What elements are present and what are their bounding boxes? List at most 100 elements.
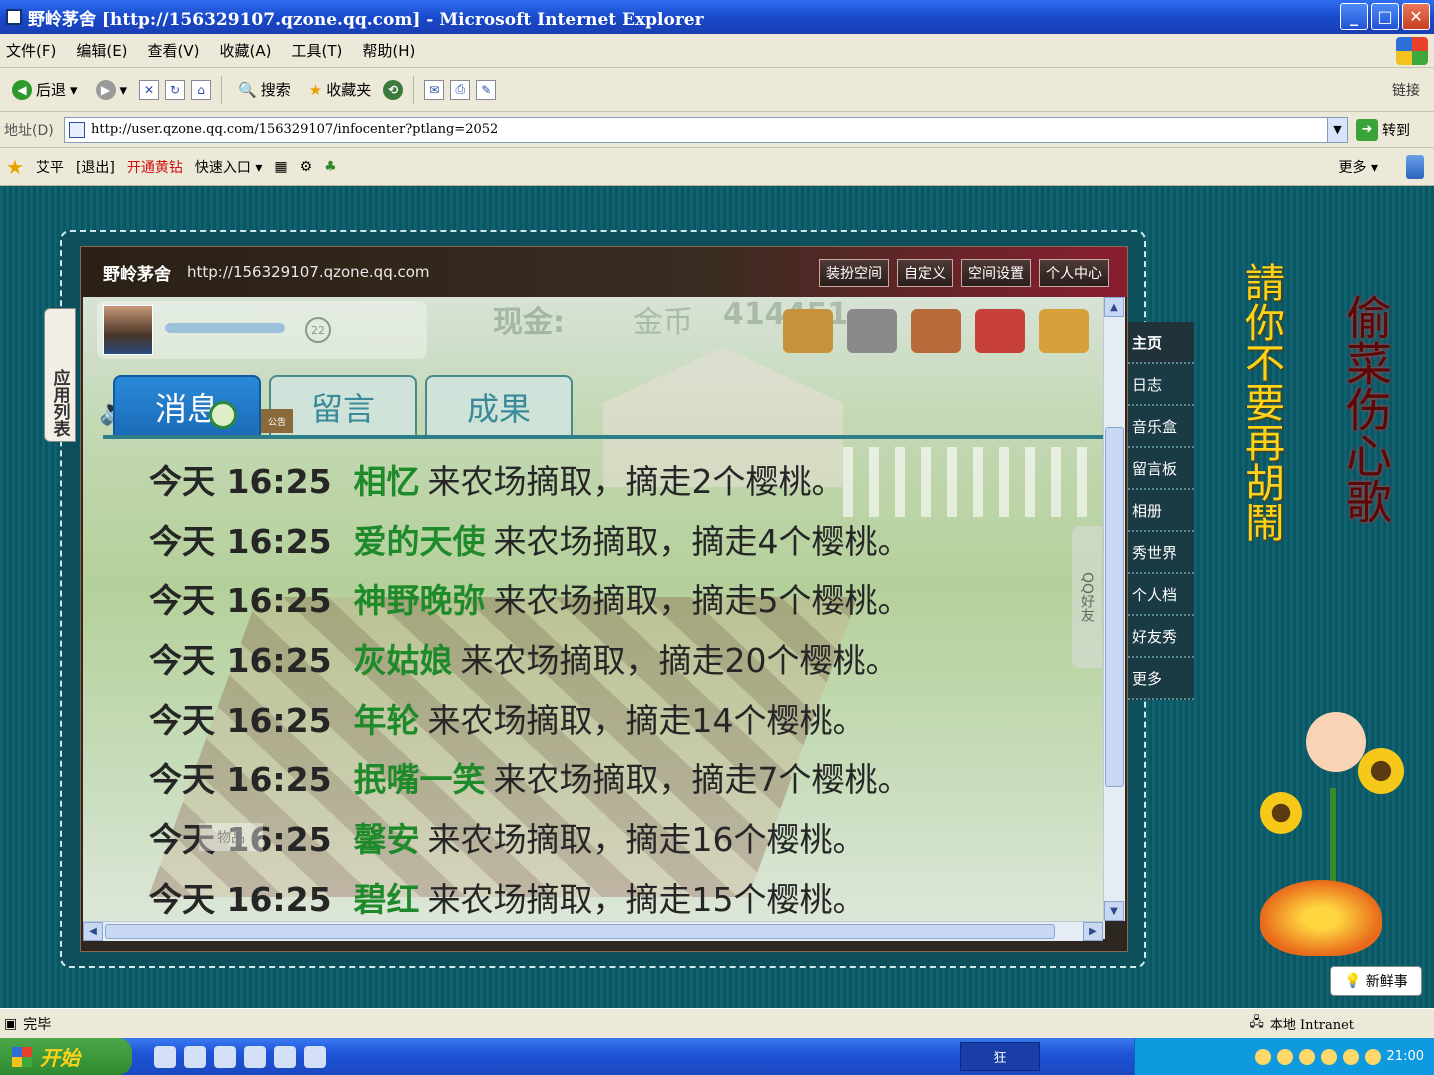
log-visitor-name[interactable]: 碧红 [354, 873, 420, 921]
sidebar-item-more[interactable]: 更多 [1128, 658, 1194, 700]
sidebar-item-guestbook[interactable]: 留言板 [1128, 448, 1194, 490]
warehouse-icon[interactable] [783, 309, 833, 353]
address-input[interactable]: http://user.qzone.qq.com/156329107/infoc… [64, 116, 1348, 143]
clock[interactable]: 21:00 [1387, 1049, 1424, 1064]
log-action: 来农场摘取，摘走7个樱桃。 [493, 760, 911, 800]
minimize-button[interactable]: _ [1340, 3, 1368, 30]
qzone-app-window: 野岭茅舍 http://156329107.qzone.qq.com 装扮空间 … [80, 246, 1128, 952]
notice-icon[interactable]: 公告 [261, 409, 293, 433]
maximize-button[interactable]: □ [1371, 3, 1399, 30]
log-visitor-name[interactable]: 神野晚弥 [354, 574, 486, 622]
tab-messages[interactable]: 消息 [113, 375, 261, 437]
favorites-button[interactable]: ★ 收藏夹 [303, 77, 377, 102]
clover-icon[interactable]: ♣ [324, 159, 337, 175]
log-action: 来农场摘取，摘走16个樱桃。 [427, 819, 866, 859]
forward-button[interactable]: ▶ ▾ [90, 78, 134, 102]
refresh-icon[interactable]: ↻ [165, 79, 186, 100]
start-button[interactable]: 开始 [0, 1038, 132, 1075]
back-button[interactable]: ◀ 后退 ▾ [6, 77, 84, 102]
decorate-space-link[interactable]: 装扮空间 [819, 259, 889, 287]
customize-link[interactable]: 自定义 [897, 259, 953, 287]
pin-icon[interactable] [1406, 154, 1424, 179]
qzone-header: 野岭茅舍 http://156329107.qzone.qq.com 装扮空间 … [81, 247, 1127, 297]
grid-icon[interactable]: ▦ [274, 159, 287, 175]
avatar[interactable] [103, 305, 153, 355]
menu-help[interactable]: 帮助(H) [356, 40, 429, 61]
sidebar-item-album[interactable]: 相册 [1128, 490, 1194, 532]
space-settings-link[interactable]: 空间设置 [961, 259, 1031, 287]
sidebar-item-show-world[interactable]: 秀世界 [1128, 532, 1194, 574]
log-visitor-name[interactable]: 灰姑娘 [354, 634, 453, 682]
news-button[interactable]: 💡 新鲜事 [1330, 966, 1422, 996]
house-icon[interactable] [911, 309, 961, 353]
lightbulb-icon: 💡 [1344, 973, 1362, 989]
chevron-down-icon[interactable]: ▼ [1327, 117, 1347, 142]
history-icon[interactable]: ⟲ [383, 79, 404, 100]
space-name[interactable]: 野岭茅舍 [103, 260, 171, 285]
quicklaunch-icon[interactable] [244, 1045, 266, 1068]
scroll-thumb[interactable] [105, 924, 1055, 939]
farm-function-icons [783, 309, 1089, 353]
go-button[interactable]: ➜ 转到 [1356, 118, 1410, 141]
window-controls: _ □ ✕ [1340, 3, 1430, 30]
log-visitor-name[interactable]: 爱的天使 [354, 515, 486, 563]
sidebar-item-home[interactable]: 主页 [1128, 322, 1194, 364]
print-icon[interactable]: ⎙ [450, 79, 471, 100]
log-visitor-name[interactable]: 抿嘴一笑 [354, 753, 486, 801]
search-button[interactable]: 🔍 搜索 [232, 77, 297, 102]
quicklaunch-icon[interactable] [184, 1045, 206, 1068]
close-button[interactable]: ✕ [1402, 3, 1430, 30]
app-list-tab[interactable]: 应用列表 [44, 308, 76, 442]
menu-tools[interactable]: 工具(T) [285, 40, 356, 61]
personal-center-link[interactable]: 个人中心 [1039, 259, 1109, 287]
tray-icon[interactable] [1320, 1048, 1337, 1065]
quicklaunch-icon[interactable] [304, 1045, 326, 1068]
more-dropdown[interactable]: 更多 ▾ [1339, 157, 1378, 177]
quicklaunch-icon[interactable] [274, 1045, 296, 1068]
gear-icon[interactable]: ⚙ [300, 159, 313, 175]
qq-user-name[interactable]: 艾平 [36, 157, 64, 177]
tray-icon[interactable] [1342, 1048, 1359, 1065]
quicklaunch-icon[interactable] [214, 1045, 236, 1068]
taskbar-window-button[interactable]: 狂 [960, 1042, 1040, 1071]
shop-icon[interactable] [975, 309, 1025, 353]
sidebar-item-profile[interactable]: 个人档 [1128, 574, 1194, 616]
menu-favorites[interactable]: 收藏(A) [214, 40, 286, 61]
log-visitor-name[interactable]: 年轮 [354, 694, 420, 742]
scroll-up-icon[interactable]: ▲ [1104, 297, 1124, 317]
scroll-thumb[interactable] [1105, 427, 1124, 787]
menu-edit[interactable]: 编辑(E) [70, 40, 141, 61]
vertical-scrollbar[interactable]: ▲ ▼ [1103, 297, 1125, 921]
log-visitor-name[interactable]: 相忆 [354, 455, 420, 503]
quick-entry-dropdown[interactable]: 快速入口 ▾ [195, 157, 262, 177]
sidebar-item-blog[interactable]: 日志 [1128, 364, 1194, 406]
tray-icon[interactable] [1254, 1048, 1271, 1065]
menu-view[interactable]: 查看(V) [142, 40, 214, 61]
edit-icon[interactable]: ✎ [476, 79, 497, 100]
product-tab[interactable]: 物品 [199, 823, 263, 851]
sidebar-item-friend-show[interactable]: 好友秀 [1128, 616, 1194, 658]
open-yellow-diamond-link[interactable]: 开通黄钻 [127, 157, 183, 177]
star-icon: ★ [6, 154, 24, 179]
menu-file[interactable]: 文件(F) [0, 40, 70, 61]
home-icon[interactable]: ⌂ [191, 79, 212, 100]
log-visitor-name[interactable]: 馨安 [354, 813, 420, 861]
scroll-right-icon[interactable]: ▶ [1083, 922, 1103, 941]
logout-link[interactable]: [退出] [76, 157, 115, 177]
links-label[interactable]: 链接 [1392, 80, 1420, 100]
quicklaunch-icon[interactable] [154, 1045, 176, 1068]
scroll-down-icon[interactable]: ▼ [1104, 901, 1124, 921]
gift-icon[interactable] [1039, 309, 1089, 353]
tray-icon[interactable] [1298, 1048, 1315, 1065]
space-url[interactable]: http://156329107.qzone.qq.com [187, 263, 430, 281]
stop-icon[interactable]: ✕ [139, 79, 160, 100]
tray-icon[interactable] [1364, 1048, 1381, 1065]
pasture-icon[interactable] [847, 309, 897, 353]
qq-friends-tab[interactable]: QQ好友 [1072, 526, 1102, 668]
horizontal-scrollbar[interactable]: ◀ ▶ [83, 921, 1103, 941]
sidebar-item-music[interactable]: 音乐盒 [1128, 406, 1194, 448]
mail-icon[interactable]: ✉ [424, 79, 445, 100]
tab-achievements[interactable]: 成果 [425, 375, 573, 437]
tray-icon[interactable] [1276, 1048, 1293, 1065]
scroll-left-icon[interactable]: ◀ [83, 922, 103, 941]
